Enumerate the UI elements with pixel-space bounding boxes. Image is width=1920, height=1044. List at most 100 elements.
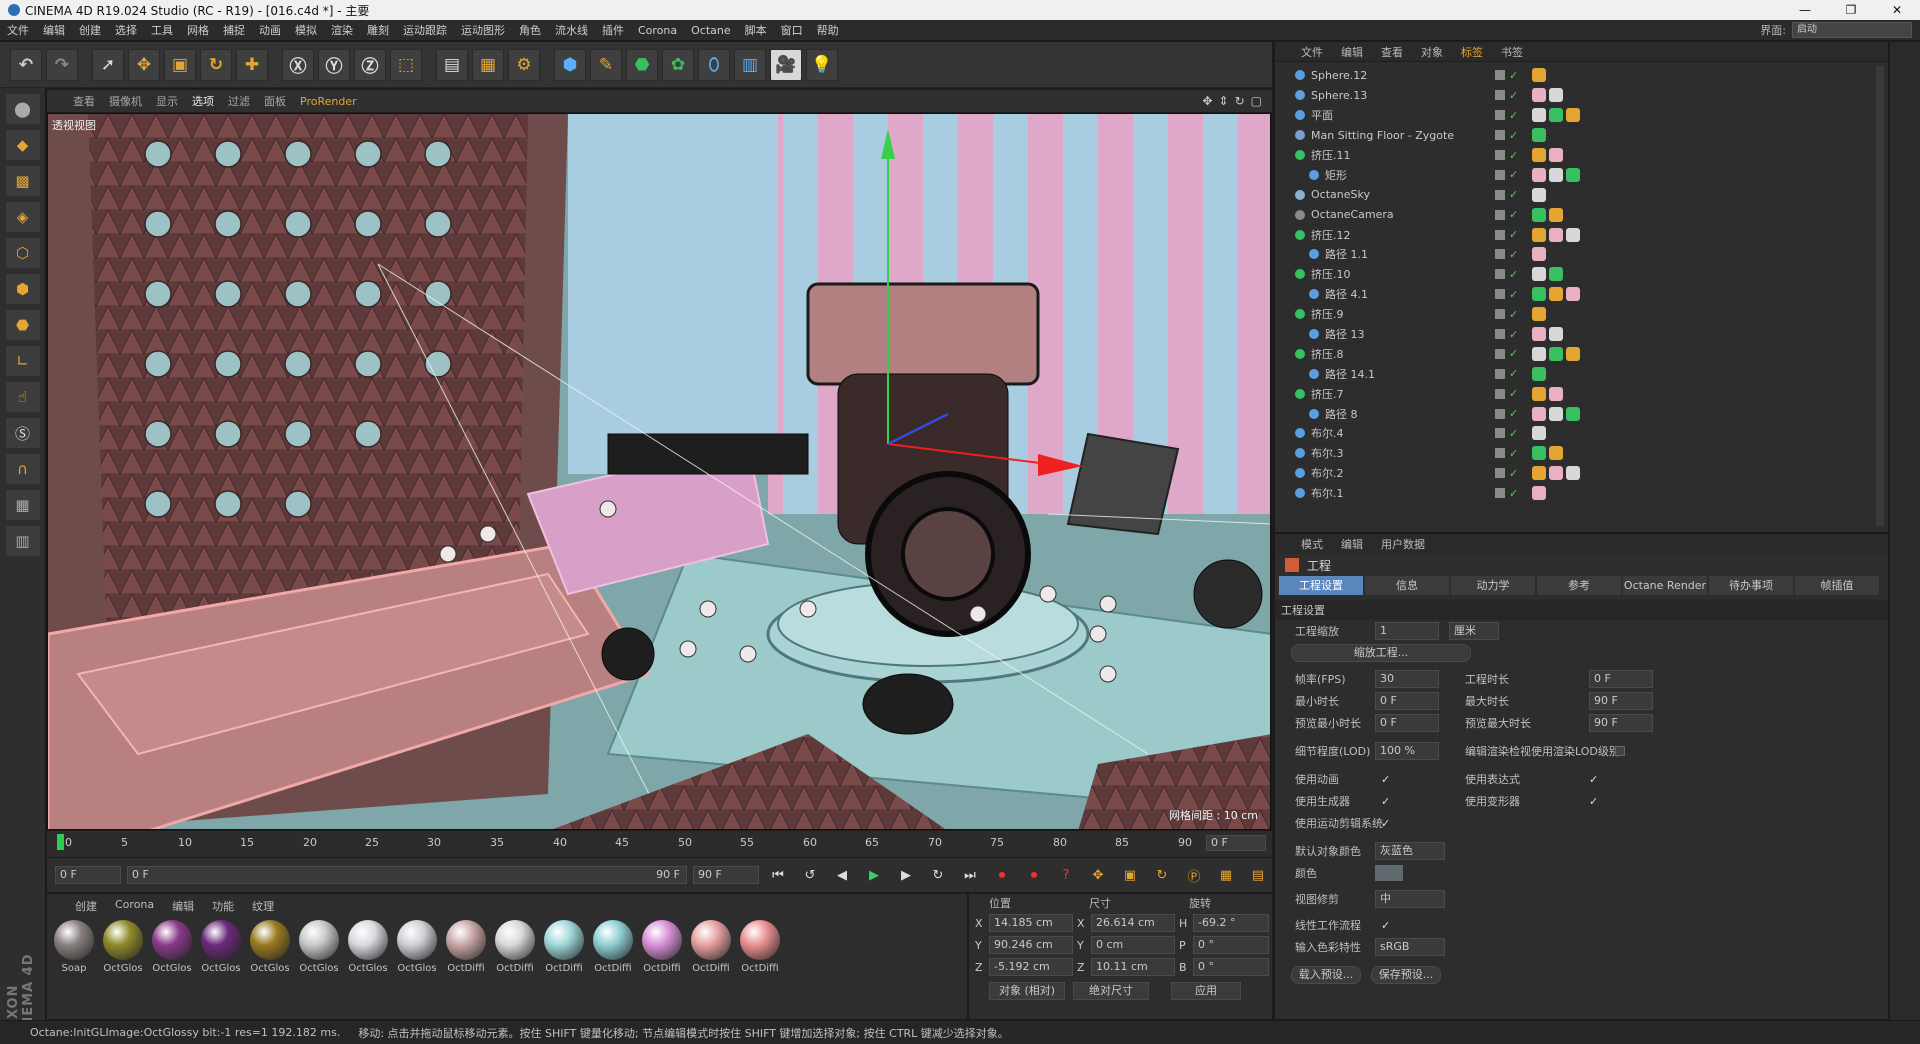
- visibility-flags[interactable]: ✓: [1495, 328, 1518, 341]
- om-menu-view[interactable]: 查看: [1381, 44, 1403, 60]
- pan-icon[interactable]: ✥: [1202, 94, 1212, 108]
- color-swatch[interactable]: [1375, 865, 1403, 881]
- scale-tool-icon[interactable]: ▣: [164, 48, 196, 81]
- next-key-icon[interactable]: ↻: [925, 863, 951, 887]
- end-frame-field[interactable]: 90 F: [693, 866, 759, 884]
- material-swatch[interactable]: OctGlos: [395, 920, 439, 974]
- render-lod-checkbox[interactable]: [1615, 746, 1625, 756]
- enabled-check-icon[interactable]: ✓: [1509, 109, 1518, 122]
- mat-menu-corona[interactable]: Corona: [115, 898, 154, 914]
- vp-menu-filter[interactable]: 过滤: [228, 93, 250, 109]
- next-frame-icon[interactable]: ▶: [893, 863, 919, 887]
- tag-icon[interactable]: [1532, 88, 1547, 103]
- render-view-icon[interactable]: ▤: [436, 48, 468, 81]
- project-scale-field[interactable]: 1: [1375, 622, 1439, 640]
- cube-object-icon[interactable]: ⬢: [554, 48, 586, 81]
- mat-menu-function[interactable]: 功能: [212, 898, 234, 914]
- record-keys-icon[interactable]: ⏺: [989, 863, 1015, 887]
- material-swatch[interactable]: OctDiffi: [444, 920, 488, 974]
- edges-mode-icon[interactable]: ⬢: [5, 274, 40, 304]
- tag-icon[interactable]: [1532, 207, 1547, 222]
- tag-icon[interactable]: [1549, 207, 1564, 222]
- enabled-check-icon[interactable]: ✓: [1509, 89, 1518, 102]
- tag-icon[interactable]: [1549, 446, 1564, 461]
- tag-icon[interactable]: [1566, 346, 1581, 361]
- enabled-check-icon[interactable]: ✓: [1509, 347, 1518, 360]
- visibility-flags[interactable]: ✓: [1495, 427, 1518, 440]
- project-scale-unit-dropdown[interactable]: 厘米: [1449, 622, 1499, 640]
- vp-menu-options[interactable]: 选项: [192, 93, 214, 109]
- object-row[interactable]: Man Sitting Floor - Zygote ✓: [1291, 126, 1888, 146]
- cloner-icon[interactable]: ✿: [662, 48, 694, 81]
- menu-edit[interactable]: 编辑: [36, 22, 72, 38]
- object-row[interactable]: 布尔.4 ✓: [1291, 424, 1888, 444]
- om-menu-edit[interactable]: 编辑: [1341, 44, 1363, 60]
- layer-flag[interactable]: [1495, 150, 1505, 160]
- tag-icon[interactable]: [1532, 187, 1547, 202]
- project-duration-field[interactable]: 0 F: [1589, 670, 1653, 688]
- input-color-profile-dropdown[interactable]: sRGB: [1375, 938, 1445, 956]
- tag-icon[interactable]: [1549, 466, 1564, 481]
- tag-icon[interactable]: [1566, 406, 1581, 421]
- mat-menu-create[interactable]: 创建: [75, 898, 97, 914]
- size-mode-dropdown[interactable]: 绝对尺寸: [1073, 982, 1149, 1000]
- visibility-flags[interactable]: ✓: [1495, 347, 1518, 360]
- enabled-check-icon[interactable]: ✓: [1509, 487, 1518, 500]
- tag-icon[interactable]: [1532, 386, 1547, 401]
- layer-flag[interactable]: [1495, 428, 1505, 439]
- visibility-flags[interactable]: ✓: [1495, 288, 1518, 301]
- object-row[interactable]: 挤压.12 ✓: [1291, 225, 1888, 246]
- position-x-field[interactable]: 14.185 cm: [989, 914, 1073, 932]
- material-swatch[interactable]: Soap: [52, 920, 96, 974]
- tweak-mode-icon[interactable]: ☝: [5, 382, 40, 412]
- use-motion-system-checkbox[interactable]: ✓: [1375, 817, 1390, 830]
- om-menu-tags[interactable]: 标签: [1461, 44, 1483, 60]
- visibility-flags[interactable]: ✓: [1495, 308, 1518, 321]
- menu-select[interactable]: 选择: [108, 22, 144, 38]
- lod-field[interactable]: 100 %: [1375, 742, 1439, 760]
- layout-dropdown[interactable]: 启动: [1792, 22, 1912, 38]
- menu-file[interactable]: 文件: [0, 22, 36, 38]
- vp-menu-cameras[interactable]: 摄像机: [109, 93, 142, 109]
- visibility-flags[interactable]: ✓: [1495, 69, 1518, 82]
- tag-icon[interactable]: [1532, 108, 1547, 123]
- tag-icon[interactable]: [1549, 267, 1564, 282]
- layer-flag[interactable]: [1495, 189, 1505, 200]
- menu-mesh[interactable]: 网格: [180, 22, 216, 38]
- tag-icon[interactable]: [1532, 466, 1547, 481]
- visibility-flags[interactable]: ✓: [1495, 387, 1518, 400]
- key-pla-icon[interactable]: ▦: [1213, 863, 1239, 887]
- tab-info[interactable]: 信息: [1365, 576, 1449, 595]
- layer-flag[interactable]: [1495, 468, 1505, 479]
- render-picture-viewer-icon[interactable]: ▦: [472, 48, 504, 81]
- menu-snap[interactable]: 捕捉: [216, 22, 252, 38]
- object-row[interactable]: OctaneSky ✓: [1291, 185, 1888, 206]
- object-row[interactable]: 路径 1.1 ✓: [1291, 245, 1888, 265]
- enabled-check-icon[interactable]: ✓: [1509, 69, 1518, 82]
- layer-flag[interactable]: [1495, 329, 1505, 340]
- floor-icon[interactable]: ▥: [734, 48, 766, 81]
- menu-animate[interactable]: 动画: [252, 22, 288, 38]
- visibility-flags[interactable]: ✓: [1495, 168, 1518, 181]
- layer-flag[interactable]: [1495, 90, 1505, 101]
- timeline-ruler[interactable]: 0 5 10 15 20 25 30 35 40 45 50 55 60 65 …: [47, 831, 1272, 857]
- right-tab-strip[interactable]: [1889, 42, 1920, 1020]
- autokey-icon[interactable]: ⏺: [1021, 863, 1047, 887]
- key-position-icon[interactable]: ✥: [1085, 863, 1111, 887]
- tab-project-settings[interactable]: 工程设置: [1279, 576, 1363, 595]
- default-color-dropdown[interactable]: 灰蓝色: [1375, 842, 1445, 860]
- object-row[interactable]: Sphere.13 ✓: [1291, 86, 1888, 106]
- enabled-check-icon[interactable]: ✓: [1509, 268, 1518, 281]
- enabled-check-icon[interactable]: ✓: [1509, 367, 1518, 380]
- layer-flag[interactable]: [1495, 249, 1505, 260]
- model-mode-icon[interactable]: ◆: [5, 130, 40, 160]
- enabled-check-icon[interactable]: ✓: [1509, 447, 1518, 460]
- rotation-b-field[interactable]: 0 °: [1193, 958, 1269, 976]
- visibility-flags[interactable]: ✓: [1495, 188, 1518, 201]
- tag-icon[interactable]: [1566, 167, 1581, 182]
- material-swatch[interactable]: OctDiffi: [493, 920, 537, 974]
- key-param-icon[interactable]: Ⓟ: [1181, 863, 1207, 887]
- linear-workflow-checkbox[interactable]: ✓: [1375, 919, 1390, 932]
- tag-icon[interactable]: [1532, 327, 1547, 342]
- move-tool-icon[interactable]: ✥: [128, 48, 160, 81]
